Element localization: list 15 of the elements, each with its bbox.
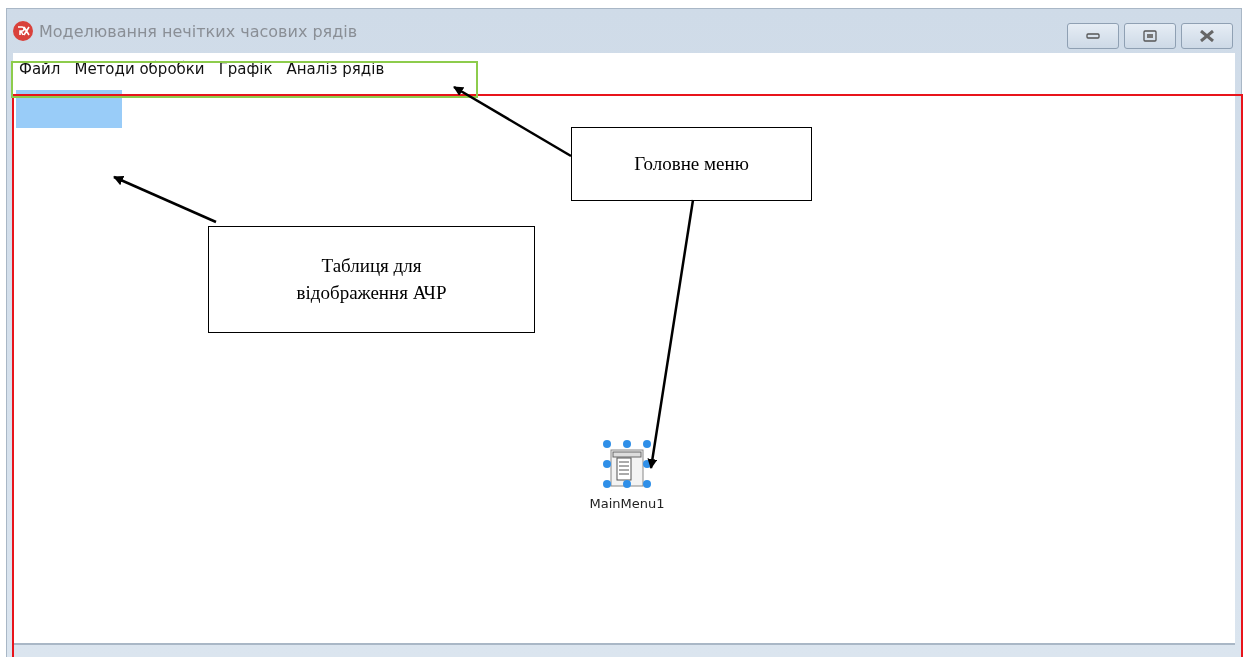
menu-item[interactable]: Файл xyxy=(19,60,61,78)
callout-box: Головне меню xyxy=(571,127,812,201)
maximize-button[interactable] xyxy=(1124,23,1176,49)
menu-item[interactable]: Графік xyxy=(218,60,273,78)
close-icon xyxy=(1199,30,1215,42)
close-button[interactable] xyxy=(1181,23,1233,49)
window-title: Моделювання нечітких часових рядів xyxy=(39,21,359,41)
menu-item[interactable]: Методи обробки xyxy=(74,60,205,78)
component-label: MainMenu1 xyxy=(589,496,665,511)
maximize-icon xyxy=(1143,30,1157,42)
app-logo-icon xyxy=(13,21,33,41)
menu-item[interactable]: Аналіз рядів xyxy=(286,60,385,78)
callout-box: Таблиця для відображення АЧР xyxy=(208,226,535,333)
minimize-icon xyxy=(1086,32,1100,40)
minimize-button[interactable] xyxy=(1067,23,1119,49)
